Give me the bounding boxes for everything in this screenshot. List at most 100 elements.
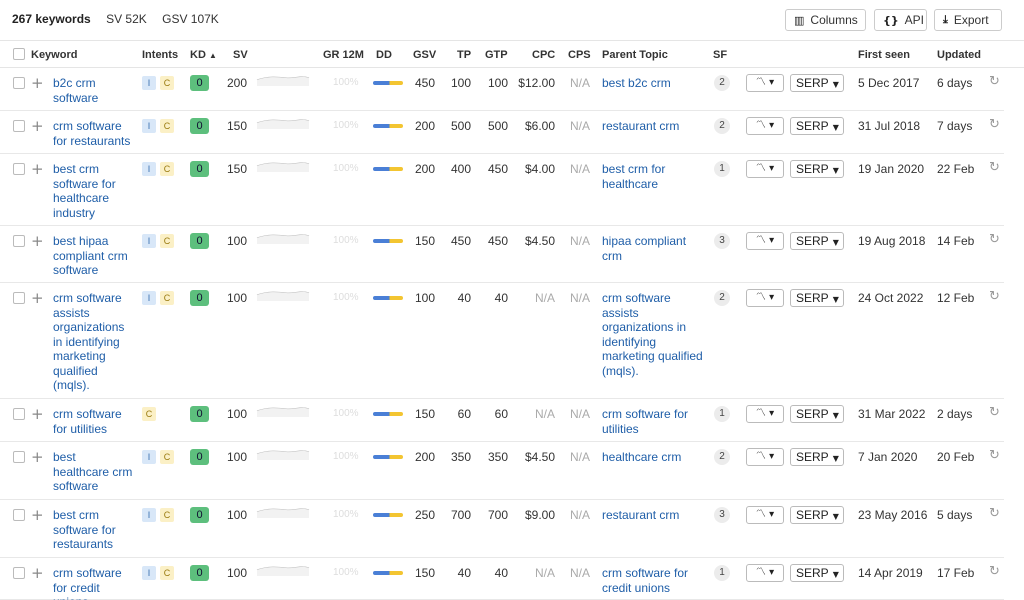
parent-topic-link[interactable]: healthcare crm	[602, 450, 706, 465]
parent-topic-line: healthcare crm	[602, 450, 682, 464]
dd-bar	[373, 513, 403, 517]
refresh-icon[interactable]: ↻	[989, 289, 1000, 304]
row-checkbox[interactable]	[13, 292, 25, 304]
keyword-link[interactable]: best healthcare crm software	[53, 450, 135, 494]
serp-features-count[interactable]: 3	[714, 233, 730, 249]
serp-dropdown[interactable]: SERP ▼	[790, 506, 844, 524]
keyword-link[interactable]: crm software for restaurants	[53, 119, 135, 148]
export-button[interactable]: ⤓ Export	[934, 9, 1002, 31]
row-checkbox[interactable]	[13, 408, 25, 420]
serp-dropdown[interactable]: SERP ▼	[790, 289, 844, 307]
col-sf[interactable]: SF	[713, 49, 727, 61]
serp-dropdown[interactable]: SERP ▼	[790, 405, 844, 423]
add-icon[interactable]: +	[31, 119, 44, 134]
col-first-seen[interactable]: First seen	[858, 49, 910, 61]
add-icon[interactable]: +	[31, 566, 44, 581]
col-updated[interactable]: Updated	[937, 49, 981, 61]
row-checkbox[interactable]	[13, 509, 25, 521]
keyword-link[interactable]: best crm software for healthcare industry	[53, 162, 135, 220]
refresh-icon[interactable]: ↻	[989, 506, 1000, 521]
select-all-checkbox[interactable]	[13, 48, 25, 60]
api-button[interactable]: {} API	[874, 9, 927, 31]
keyword-link[interactable]: b2c crm software	[53, 76, 135, 105]
trend-chart-dropdown[interactable]: 〽 ▾	[746, 117, 784, 135]
parent-topic-link[interactable]: restaurant crm	[602, 508, 706, 523]
col-parent-topic[interactable]: Parent Topic	[602, 49, 668, 61]
row-checkbox[interactable]	[13, 77, 25, 89]
col-gtp[interactable]: GTP	[485, 49, 508, 61]
serp-dropdown[interactable]: SERP ▼	[790, 232, 844, 250]
trend-chart-dropdown[interactable]: 〽 ▾	[746, 289, 784, 307]
keyword-link[interactable]: crm softwarefor creditunions	[53, 566, 135, 600]
columns-button[interactable]: ▥ Columns	[785, 9, 866, 31]
col-keyword[interactable]: Keyword	[31, 49, 77, 61]
refresh-icon[interactable]: ↻	[989, 405, 1000, 420]
refresh-icon[interactable]: ↻	[989, 160, 1000, 175]
col-gr[interactable]: GR 12M	[323, 49, 364, 61]
trend-chart-dropdown[interactable]: 〽 ▾	[746, 448, 784, 466]
col-intents[interactable]: Intents	[142, 49, 178, 61]
serp-dropdown[interactable]: SERP ▼	[790, 448, 844, 466]
serp-features-count[interactable]: 3	[714, 507, 730, 523]
keyword-line: for credit	[53, 580, 100, 595]
add-icon[interactable]: +	[31, 234, 44, 249]
col-tp[interactable]: TP	[457, 49, 471, 61]
add-icon[interactable]: +	[31, 508, 44, 523]
serp-dropdown[interactable]: SERP ▼	[790, 564, 844, 582]
keyword-link[interactable]: best hipaa compliant crm software	[53, 234, 135, 278]
serp-features-count[interactable]: 2	[714, 449, 730, 465]
parent-topic-link[interactable]: best b2c crm	[602, 76, 706, 91]
add-icon[interactable]: +	[31, 76, 44, 91]
col-dd[interactable]: DD	[376, 49, 392, 61]
trend-chart-dropdown[interactable]: 〽 ▾	[746, 232, 784, 250]
row-checkbox[interactable]	[13, 235, 25, 247]
keyword-link[interactable]: crm software for utilities	[53, 407, 135, 436]
trend-chart-dropdown[interactable]: 〽 ▾	[746, 506, 784, 524]
parent-topic-link[interactable]: crm software for credit unions	[602, 566, 706, 595]
col-cps[interactable]: CPS	[568, 49, 591, 61]
col-gsv[interactable]: GSV	[413, 49, 436, 61]
keyword-link[interactable]: best crm software for restaurants	[53, 508, 135, 552]
serp-dropdown[interactable]: SERP ▼	[790, 74, 844, 92]
trend-chart-dropdown[interactable]: 〽 ▾	[746, 74, 784, 92]
serp-features-count[interactable]: 2	[714, 75, 730, 91]
columns-button-label: Columns	[810, 13, 858, 27]
refresh-icon[interactable]: ↻	[989, 232, 1000, 247]
col-sv[interactable]: SV	[233, 49, 248, 61]
col-kd[interactable]: KD ▲	[190, 49, 217, 61]
serp-features-count[interactable]: 1	[714, 161, 730, 177]
serp-dropdown[interactable]: SERP ▼	[790, 117, 844, 135]
serp-features-count[interactable]: 2	[714, 118, 730, 134]
serp-label: SERP	[796, 450, 829, 464]
refresh-icon[interactable]: ↻	[989, 74, 1000, 89]
serp-label: SERP	[796, 234, 829, 248]
row-checkbox[interactable]	[13, 163, 25, 175]
row-checkbox[interactable]	[13, 451, 25, 463]
tp-value: 40	[457, 566, 471, 580]
serp-features-count[interactable]: 2	[714, 290, 730, 306]
refresh-icon[interactable]: ↻	[989, 117, 1000, 132]
refresh-icon[interactable]: ↻	[989, 564, 1000, 579]
row-checkbox[interactable]	[13, 120, 25, 132]
col-cpc[interactable]: CPC	[532, 49, 555, 61]
cps-value: N/A	[569, 234, 590, 248]
parent-topic-link[interactable]: hipaa compliant crm	[602, 234, 706, 263]
parent-topic-link[interactable]: restaurant crm	[602, 119, 706, 134]
parent-topic-link[interactable]: crm software for utilities	[602, 407, 706, 436]
add-icon[interactable]: +	[31, 162, 44, 177]
row-checkbox[interactable]	[13, 567, 25, 579]
add-icon[interactable]: +	[31, 407, 44, 422]
parent-topic-link[interactable]: crm software assists organizations in ident…	[602, 291, 706, 378]
add-icon[interactable]: +	[31, 291, 44, 306]
add-icon[interactable]: +	[31, 450, 44, 465]
serp-features-count[interactable]: 1	[714, 406, 730, 422]
growth-value: 100%	[333, 567, 359, 578]
keyword-link[interactable]: crm software assists organizations in ident…	[53, 291, 135, 393]
trend-chart-dropdown[interactable]: 〽 ▾	[746, 564, 784, 582]
trend-chart-dropdown[interactable]: 〽 ▾	[746, 405, 784, 423]
refresh-icon[interactable]: ↻	[989, 448, 1000, 463]
serp-dropdown[interactable]: SERP ▼	[790, 160, 844, 178]
trend-chart-dropdown[interactable]: 〽 ▾	[746, 160, 784, 178]
serp-features-count[interactable]: 1	[714, 565, 730, 581]
parent-topic-link[interactable]: best crm for healthcare	[602, 162, 706, 191]
